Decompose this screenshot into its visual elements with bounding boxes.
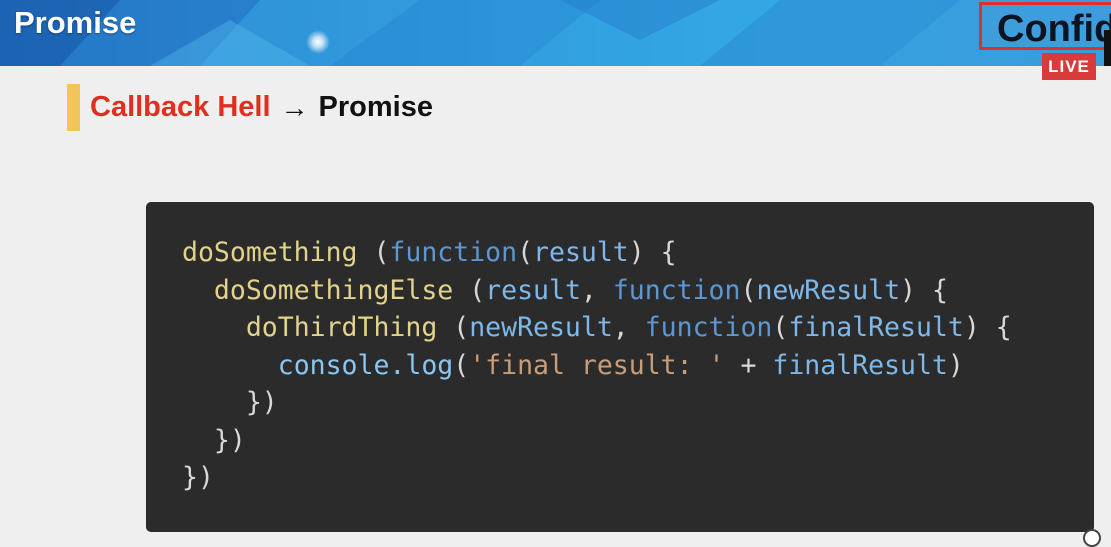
code-line-7: }) <box>182 462 214 493</box>
code-line-6: }) <box>182 424 246 456</box>
header-background <box>0 0 1111 66</box>
slide-header: Promise Confid <box>0 0 1111 66</box>
arrow-right-icon: → <box>280 91 309 123</box>
sparkle-decoration <box>306 30 330 54</box>
code-block: doSomething (function(result) { doSometh… <box>146 202 1094 532</box>
slide-subtitle: Callback Hell → Promise <box>67 84 433 131</box>
subtitle-promise: Promise <box>318 91 433 123</box>
badge-text: Confid <box>997 8 1111 50</box>
code-line-1: doSomething (function(result) { <box>182 237 677 268</box>
code-text: doSomething (function(result) { doSometh… <box>182 234 1012 497</box>
live-badge: LIVE <box>1042 53 1096 80</box>
code-line-4: console.log('final result: ' + finalResu… <box>277 349 964 381</box>
slide-title: Promise <box>14 5 137 40</box>
edge-marker <box>1104 30 1111 66</box>
code-line-5: }) <box>182 387 278 418</box>
code-line-2: doSomethingElse (result, function(newRes… <box>213 274 948 306</box>
pointer-cursor-icon <box>1083 529 1101 547</box>
conference-badge: Confid <box>979 2 1111 50</box>
code-line-3: doThirdThing (newResult, function(finalR… <box>245 312 1012 343</box>
accent-bar <box>67 84 80 131</box>
subtitle-callback-hell: Callback Hell <box>90 91 271 123</box>
